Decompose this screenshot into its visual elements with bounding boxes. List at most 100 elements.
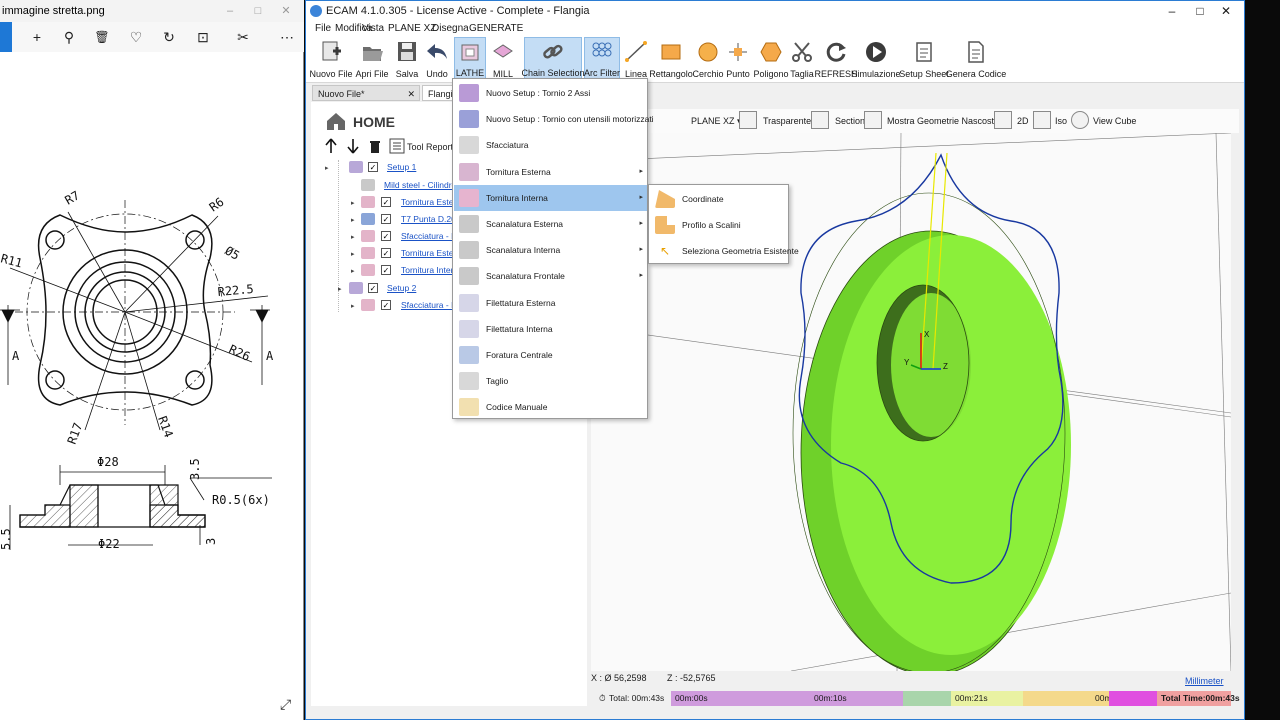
- trash-icon[interactable]: [369, 140, 381, 154]
- timeline-segment-4[interactable]: 00m:32s: [1023, 691, 1128, 706]
- submenu-seleziona-geometria[interactable]: ↖ Seleziona Geometria Esistente: [650, 238, 799, 264]
- refresh-button[interactable]: REFRESH: [814, 37, 858, 83]
- scissors-button[interactable]: Taglia: [790, 37, 814, 83]
- lathe-menu-item-8[interactable]: Filettatura Esterna: [454, 290, 647, 316]
- tree-setup-2[interactable]: Setup 2: [387, 280, 416, 296]
- rectangle-button[interactable]: Rettangolo: [649, 37, 693, 83]
- line-button[interactable]: Linea: [624, 37, 648, 83]
- favorite-icon[interactable]: ♡: [123, 22, 149, 52]
- chain-selection-button[interactable]: Chain Selection: [521, 37, 585, 83]
- menu-disegna[interactable]: Disegna: [432, 21, 469, 37]
- setup-1-checkbox[interactable]: ✓: [368, 162, 378, 172]
- delete-icon[interactable]: 🗑: [89, 22, 115, 52]
- menu-generate[interactable]: GENERATE: [469, 21, 523, 37]
- plane-selector[interactable]: PLANE XZ ▾: [691, 109, 742, 133]
- lathe-menu-item-10[interactable]: Foratura Centrale: [454, 342, 647, 368]
- expand-icon[interactable]: ⤢: [280, 696, 291, 713]
- simulation-button[interactable]: Simulazione: [851, 37, 901, 83]
- arc-filter-button[interactable]: Arc Filter: [584, 37, 620, 83]
- lathe-menu-item-11[interactable]: Taglio: [454, 368, 647, 394]
- label-r14: R14: [155, 414, 176, 439]
- zoom-in-icon[interactable]: ⚲: [56, 22, 82, 52]
- tab-nuovo-file[interactable]: Nuovo File* ✕: [312, 85, 420, 101]
- setup-2-checkbox[interactable]: ✓: [368, 283, 378, 293]
- view-cube-toggle[interactable]: View Cube: [1093, 109, 1136, 133]
- timeline-segment-2[interactable]: [903, 691, 951, 706]
- tool-report-label[interactable]: Tool Report: [407, 142, 453, 152]
- ecam-maximize-button[interactable]: □: [1186, 1, 1214, 21]
- lathe-menu-item-4[interactable]: Tornitura Interna ▸: [454, 184, 647, 211]
- arc-filter-icon: [592, 42, 612, 57]
- mill-button[interactable]: MILL: [488, 37, 518, 83]
- ecam-close-button[interactable]: ✕: [1212, 1, 1240, 21]
- op-checkbox[interactable]: ✓: [381, 248, 391, 258]
- viewer-minimize-button[interactable]: –: [218, 0, 242, 22]
- lathe-menu-item-2[interactable]: Sfacciatura: [454, 132, 647, 158]
- menu-plane-xz[interactable]: PLANE XZ: [388, 21, 436, 37]
- move-down-icon[interactable]: [347, 138, 359, 154]
- label-h3: 3: [204, 538, 218, 545]
- timeline-bar: ⏱ Total: 00m:43s 00m:00s 00m:10s 00m:21s …: [591, 689, 1240, 711]
- lathe-menu-item-7[interactable]: Scanalatura Frontale ▸: [454, 263, 647, 289]
- view-iso-button[interactable]: Iso: [1055, 109, 1067, 133]
- lathe-icon: [461, 44, 479, 61]
- lathe-menu-item-5[interactable]: Scanalatura Esterna ▸: [454, 211, 647, 237]
- viewer-close-button[interactable]: ✕: [274, 0, 298, 22]
- lathe-menu-item-0[interactable]: Nuovo Setup : Tornio 2 Assi: [454, 80, 647, 106]
- polygon-button[interactable]: Poligono: [753, 37, 789, 83]
- submenu-coordinate[interactable]: Coordinate: [650, 186, 789, 212]
- view-2d-button[interactable]: 2D: [1017, 109, 1029, 133]
- label-r05: R0.5(6x): [212, 493, 270, 507]
- point-button[interactable]: Punto: [726, 37, 750, 83]
- label-d5: Ø5: [223, 243, 243, 262]
- move-up-icon[interactable]: [325, 138, 337, 154]
- tree-setup-1[interactable]: Setup 1: [387, 159, 416, 175]
- ecam-window: ECAM 4.1.0.305 - License Active - Comple…: [305, 0, 1245, 720]
- op-checkbox[interactable]: ✓: [381, 265, 391, 275]
- generate-code-button[interactable]: Genera Codice: [946, 37, 1006, 83]
- new-file-button[interactable]: Nuovo File: [309, 37, 353, 83]
- coordinates-bar: X : Ø 56,2598 Z : -52,5765 Millimeter: [591, 672, 1231, 688]
- operation-type-icon: [459, 162, 479, 181]
- rotate-icon[interactable]: ↻: [156, 22, 182, 52]
- view-2d-icon: [994, 111, 1012, 129]
- timeline-segment-5[interactable]: [1109, 691, 1157, 706]
- edit-icon[interactable]: ✂: [230, 22, 256, 52]
- viewer-maximize-button[interactable]: □: [246, 0, 270, 22]
- ecam-minimize-button[interactable]: –: [1158, 1, 1186, 21]
- setup-sheet-button[interactable]: Setup Sheet: [899, 37, 949, 83]
- circle-button[interactable]: Cerchio: [692, 37, 724, 83]
- add-icon[interactable]: +: [24, 22, 50, 52]
- op-checkbox[interactable]: ✓: [381, 197, 391, 207]
- more-icon[interactable]: ⋯: [274, 22, 300, 52]
- unit-link[interactable]: Millimeter: [1185, 676, 1224, 686]
- ecam-title: ECAM 4.1.0.305 - License Active - Comple…: [326, 5, 590, 17]
- lathe-menu-item-1[interactable]: Nuovo Setup : Tornio con utensili motori…: [454, 106, 654, 132]
- lathe-menu-item-12[interactable]: Codice Manuale: [454, 394, 647, 420]
- submenu-arrow-icon: ▸: [639, 246, 643, 254]
- transparent-toggle[interactable]: Trasparente: [763, 109, 811, 133]
- op-checkbox[interactable]: ✓: [381, 231, 391, 241]
- submenu-profilo-scalini[interactable]: Profilo a Scalini: [650, 212, 789, 238]
- crop-icon[interactable]: ⊡: [190, 22, 216, 52]
- hidden-geometry-toggle[interactable]: Mostra Geometrie Nascoste: [887, 109, 999, 133]
- tree-op-tornitura-intern[interactable]: Tornitura Intern: [401, 262, 458, 278]
- menu-file[interactable]: File: [315, 21, 331, 37]
- menu-vista[interactable]: Vista: [362, 21, 384, 37]
- save-button[interactable]: Salva: [394, 37, 420, 83]
- tab-close-icon[interactable]: ✕: [407, 86, 415, 102]
- lathe-menu-item-6[interactable]: Scanalatura Interna ▸: [454, 237, 647, 263]
- lathe-menu-item-9[interactable]: Filettatura Interna: [454, 316, 647, 342]
- op-checkbox[interactable]: ✓: [381, 214, 391, 224]
- timeline-segment-3[interactable]: 00m:21s: [951, 691, 1023, 706]
- timeline-segment-1[interactable]: 00m:00s 00m:10s: [671, 691, 903, 706]
- tool-report-icon[interactable]: [389, 138, 405, 154]
- open-file-button[interactable]: Apri File: [354, 37, 390, 83]
- z-coordinate: Z : -52,5765: [667, 673, 716, 683]
- op-checkbox[interactable]: ✓: [381, 300, 391, 310]
- section-toggle[interactable]: Section: [835, 109, 865, 133]
- home-icon[interactable]: [325, 110, 347, 132]
- lathe-menu-item-3[interactable]: Tornitura Esterna ▸: [454, 159, 647, 185]
- undo-button[interactable]: Undo: [424, 37, 450, 83]
- label-r7: R7: [63, 188, 83, 207]
